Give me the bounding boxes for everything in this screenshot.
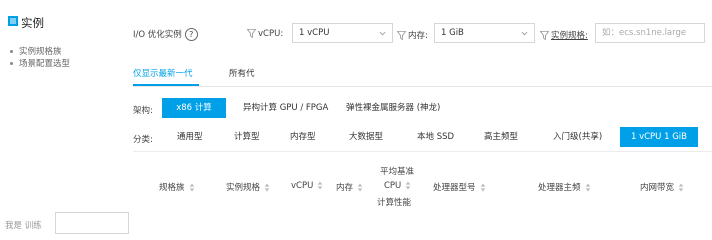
bullet-icon [10,50,13,53]
sort-icon [678,183,684,192]
sidebar-item-label: 场景配置选型 [19,59,71,69]
sort-icon [406,181,411,190]
arch-option-gpu-fpga[interactable]: 异构计算 GPU / FPGA [243,98,328,118]
io-optimized-label: I/O 优化实例 [133,30,182,40]
sort-icon [480,183,485,192]
sidebar-item-instance-families[interactable]: 实例规格族 [10,45,62,57]
column-header-family[interactable]: 规格族 [159,181,195,193]
spec-filter-label[interactable]: 实例规格: [540,29,588,41]
column-header-memory[interactable]: 内存 [336,181,363,193]
sort-icon [585,183,590,192]
column-header-cpu[interactable]: CPU [384,181,411,191]
chevron-down-icon [521,31,528,36]
help-icon[interactable]: ? [184,28,198,41]
vcpu-select[interactable]: 1 vCPU [292,23,393,43]
filter-icon [540,31,549,40]
category-memory[interactable]: 内存型 [290,127,316,147]
sidebar-item-scenario-config[interactable]: 场景配置选型 [10,57,70,69]
sort-icon [357,183,363,192]
tab-all-generations[interactable]: 所有代 [229,67,255,79]
instance-icon [8,16,18,26]
footer-partial-text: 我是 训练 [5,221,42,231]
column-header-avg-baseline: 平均基准 [380,167,415,177]
category-high-frequency[interactable]: 高主频型 [484,127,518,147]
memory-select[interactable]: 1 GiB [434,23,535,43]
bullet-icon [10,62,13,65]
category-general[interactable]: 通用型 [177,127,203,147]
sort-icon [189,183,194,192]
chevron-down-icon [379,31,386,36]
category-compute[interactable]: 计算型 [234,127,260,147]
tabs-divider [133,86,712,87]
column-header-processor-model[interactable]: 处理器型号 [433,181,486,193]
sidebar-item-label: 实例规格族 [19,47,62,57]
category-divider [133,151,712,152]
sort-icon [318,181,323,190]
footer-partial-control[interactable] [55,212,129,234]
category-local-ssd[interactable]: 本地 SSD [417,127,454,147]
category-label: 分类: [133,135,153,145]
column-header-vcpu[interactable]: vCPU [291,181,323,191]
spec-search-input[interactable]: 如：ecs.sn1ne.large [595,23,705,43]
filter-icon [397,31,406,40]
architecture-label: 架构: [133,106,153,116]
category-1vcpu-1gib[interactable]: 1 vCPU 1 GiB [620,127,698,147]
category-big-data[interactable]: 大数据型 [349,127,383,147]
tab-latest-generation[interactable]: 仅显示最新一代 [133,67,193,79]
memory-filter-label: 内存: [397,29,428,41]
active-tab-indicator [133,84,199,86]
column-header-processor-freq[interactable]: 处理器主频 [538,181,591,193]
column-header-compute-perf: 计算性能 [377,198,412,208]
arch-option-bare-metal[interactable]: 弹性裸金属服务器 (神龙) [346,98,440,118]
arch-option-x86[interactable]: x86 计算 [162,98,226,118]
column-header-bandwidth[interactable]: 内网带宽 [640,181,684,193]
io-optimized-filter[interactable]: I/O 优化实例? [133,28,198,41]
category-entry-shared[interactable]: 入门级(共享) [553,127,602,147]
column-header-spec[interactable]: 实例规格 [226,181,270,193]
vcpu-filter-label: vCPU: [247,29,283,39]
filter-icon [247,29,256,38]
sidebar-title: 实例 [21,16,44,30]
sort-icon [264,183,270,192]
